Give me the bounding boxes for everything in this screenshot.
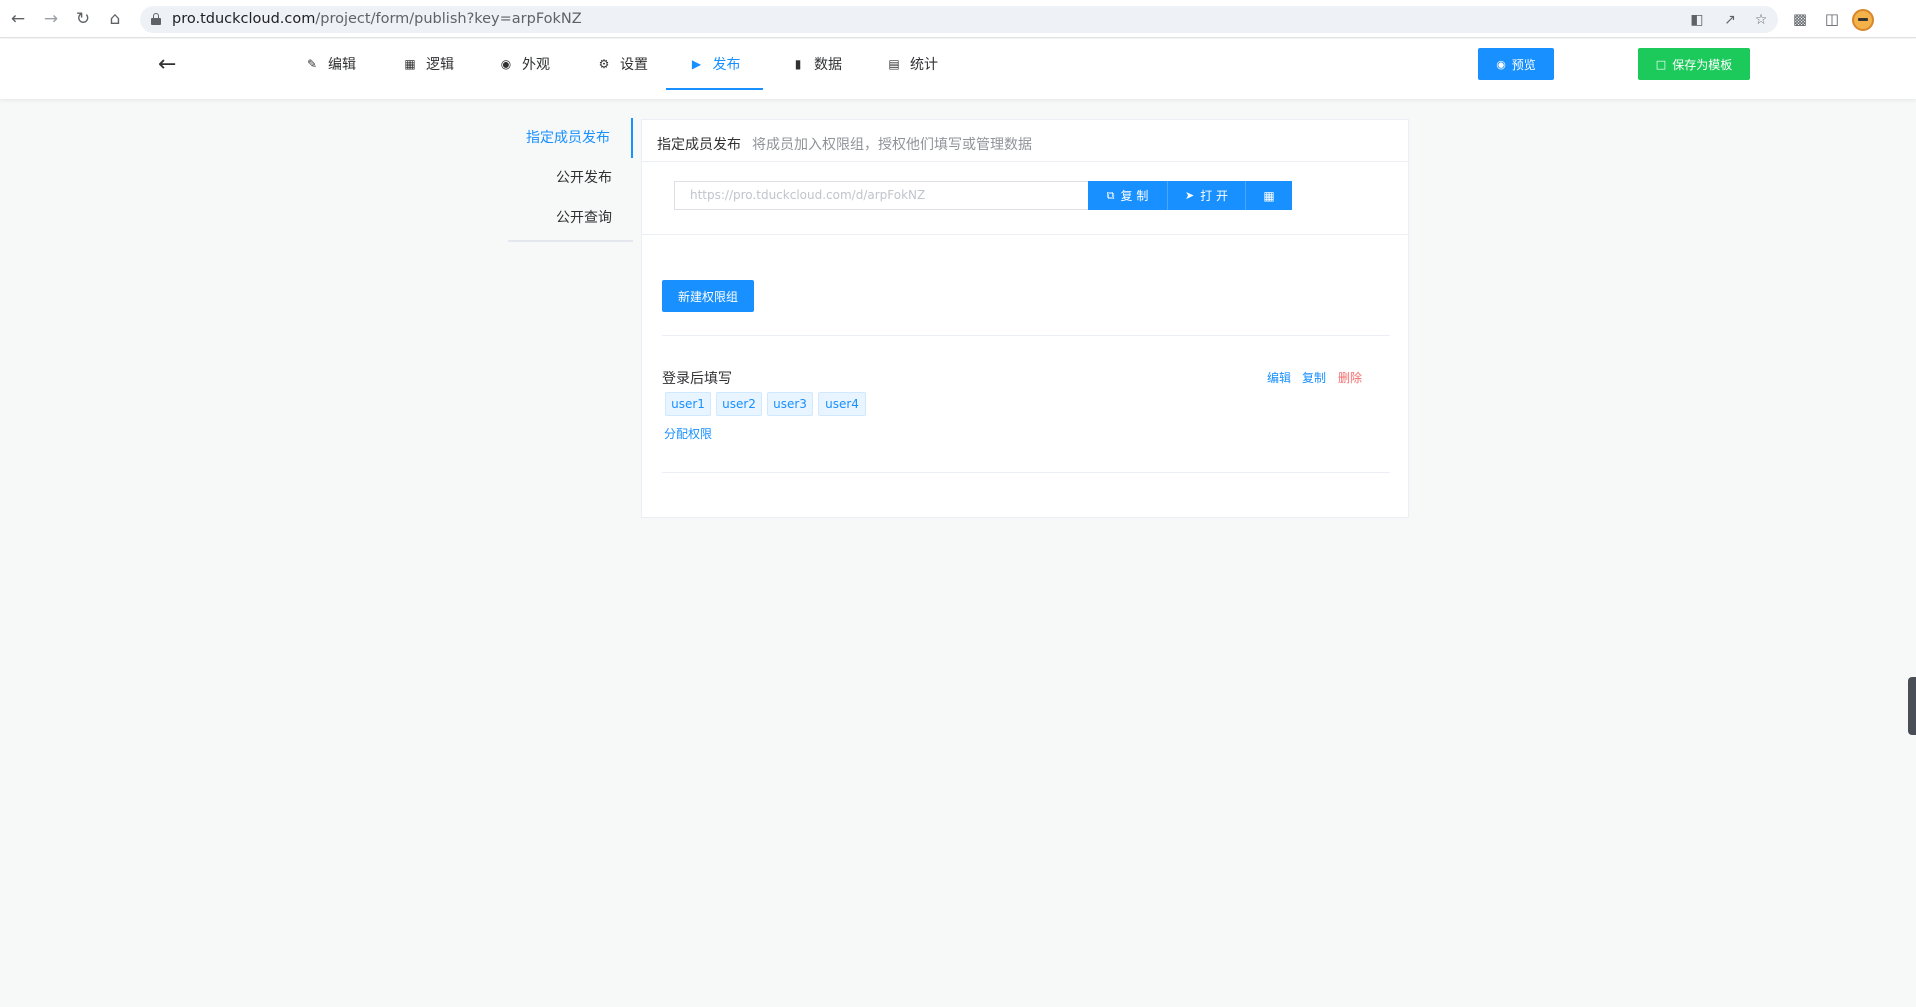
permission-group-name: 登录后填写 [662, 371, 732, 387]
publish-side-menu: 指定成员发布 公开发布 公开查询 [508, 118, 633, 242]
tab-publish[interactable]: ▶ 发布 [666, 39, 763, 90]
menu-item-public-query[interactable]: 公开查询 [508, 198, 633, 238]
member-publish-panel: 指定成员发布 将成员加入权限组，授权他们填写或管理数据 https://pro.… [641, 119, 1409, 518]
reload-icon[interactable]: ↻ [73, 9, 93, 29]
play-circle-icon: ▶ [691, 57, 702, 71]
address-bar[interactable]: pro.tduckcloud.com/project/form/publish?… [140, 6, 1778, 33]
home-icon[interactable]: ⌂ [105, 9, 125, 29]
tab-data[interactable]: ▮ 数据 [786, 39, 846, 89]
pen-icon: ✎ [306, 57, 318, 71]
extensions-icon[interactable]: ▩ [1790, 9, 1810, 29]
delete-group-link[interactable]: 删除 [1338, 369, 1362, 386]
panel-description: 将成员加入权限组，授权他们填写或管理数据 [752, 137, 1032, 153]
tab-edit[interactable]: ✎ 编辑 [300, 39, 360, 89]
browser-toolbar: ← → ↻ ⌂ pro.tduckcloud.com/project/form/… [0, 0, 1916, 38]
qrcode-button[interactable]: ▦ [1246, 181, 1292, 210]
chart-board-icon: ▤ [888, 57, 900, 71]
preview-button[interactable]: ◉ 预览 [1478, 48, 1554, 80]
forward-icon[interactable]: → [41, 9, 61, 29]
menu-item-member-publish[interactable]: 指定成员发布 [508, 118, 633, 158]
gear-icon: ⚙ [598, 57, 610, 71]
translate-icon[interactable]: ◧ [1688, 11, 1706, 29]
save-as-template-button[interactable]: □ 保存为模板 [1638, 48, 1750, 80]
open-link-button[interactable]: ➤ 打 开 [1168, 181, 1246, 210]
tab-appearance[interactable]: ◉ 外观 [494, 39, 554, 89]
panel-title: 指定成员发布 [657, 137, 741, 153]
copy-group-link[interactable]: 复制 [1302, 369, 1326, 386]
bookmark-star-icon[interactable]: ☆ [1752, 11, 1770, 29]
back-arrow-icon[interactable]: ← [158, 53, 182, 77]
eye-icon: ◉ [500, 57, 512, 71]
menu-item-public-publish[interactable]: 公开发布 [508, 158, 633, 198]
app-header: ← ✎ 编辑 ▦ 逻辑 ◉ 外观 ⚙ 设置 ▶ 发布 ▮ 数据 ▤ 统计 ◉ 预览 □ 保存为模板 [0, 39, 1916, 99]
copy-icon: ⧉ [1106, 188, 1115, 202]
back-icon[interactable]: ← [8, 9, 28, 29]
side-panel-icon[interactable]: ◫ [1822, 9, 1842, 29]
edit-group-link[interactable]: 编辑 [1267, 369, 1291, 386]
eye-icon: ◉ [1496, 57, 1506, 71]
assign-permission-link[interactable]: 分配权限 [664, 425, 712, 442]
user-tag: user4 [818, 392, 866, 416]
share-icon[interactable]: ↗ [1721, 11, 1739, 29]
grid-icon: ▦ [404, 57, 416, 71]
publish-link-field[interactable]: https://pro.tduckcloud.com/d/arpFokNZ [674, 181, 1088, 210]
divider [662, 335, 1390, 336]
user-tag: user3 [767, 392, 813, 416]
qrcode-icon: ▦ [1263, 188, 1275, 203]
copy-link-button[interactable]: ⧉ 复 制 [1088, 181, 1168, 210]
user-tag: user1 [665, 392, 711, 416]
folder-icon: □ [1655, 57, 1667, 71]
lock-icon [151, 13, 161, 25]
new-permission-group-button[interactable]: 新建权限组 [662, 280, 754, 312]
panel-header: 指定成员发布 将成员加入权限组，授权他们填写或管理数据 [642, 120, 1408, 162]
send-icon: ➤ [1184, 189, 1195, 202]
divider [662, 472, 1390, 473]
tab-logic[interactable]: ▦ 逻辑 [398, 39, 458, 89]
bar-chart-icon: ▮ [794, 57, 802, 71]
floating-side-widget[interactable] [1908, 677, 1916, 735]
user-tag: user2 [716, 392, 762, 416]
url-text: pro.tduckcloud.com/project/form/publish?… [172, 11, 582, 27]
divider [642, 234, 1408, 235]
tab-settings[interactable]: ⚙ 设置 [592, 39, 652, 89]
profile-avatar[interactable] [1852, 9, 1874, 31]
tab-statistics[interactable]: ▤ 统计 [882, 39, 942, 89]
